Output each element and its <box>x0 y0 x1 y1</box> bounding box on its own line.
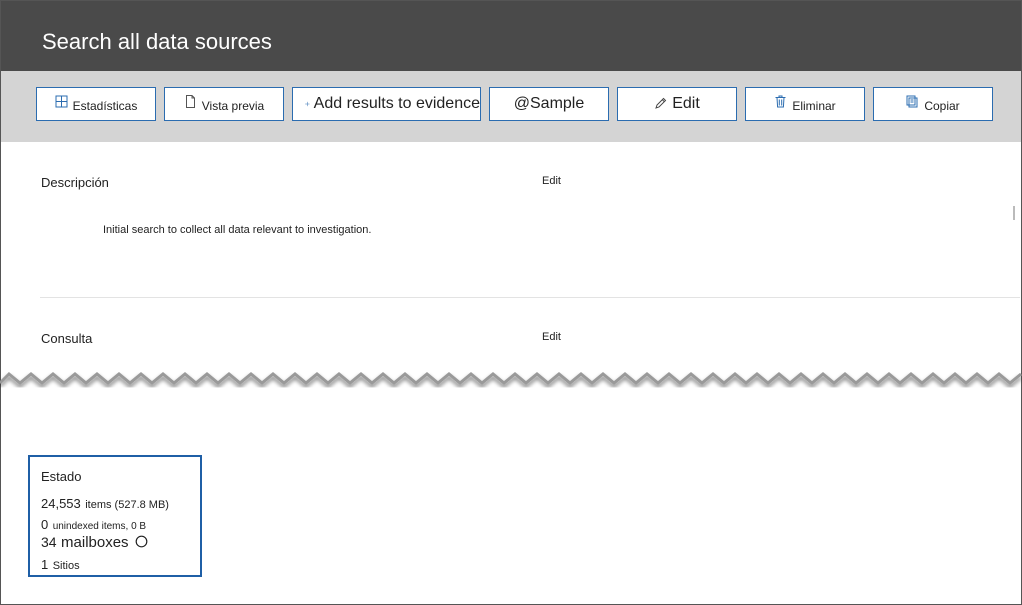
sites-text: Sitios <box>52 560 80 572</box>
query-label: Consulta <box>41 331 93 346</box>
status-panel: Estado 24,553 items (527.8 MB) 0 unindex… <box>28 455 202 577</box>
unindexed-count: 0 <box>41 517 49 532</box>
unindexed-summary: 0 unindexed items, 0 B <box>41 516 146 534</box>
scrollbar-indicator[interactable] <box>1013 206 1015 220</box>
mailboxes-count: 34 <box>41 534 57 550</box>
delete-button-label: Eliminar <box>792 98 836 113</box>
copy-button-label: Copiar <box>924 98 960 113</box>
copy-button[interactable]: Copiar <box>873 87 993 121</box>
sites-summary: 1 Sitios <box>41 556 80 574</box>
grid-icon <box>55 95 68 107</box>
add-results-to-evidence-button[interactable]: Add results to evidence <box>292 87 481 121</box>
items-summary: 24,553 items (527.8 MB) <box>41 495 169 513</box>
plus-icon <box>305 101 310 107</box>
sites-count: 1 <box>41 557 49 572</box>
mailboxes-summary: 34 mailboxes <box>41 534 148 552</box>
toolbar: Estadísticas Vista previa Add results to… <box>1 71 1021 142</box>
status-label: Estado <box>41 469 82 484</box>
title-bar: Search all data sources <box>1 1 1021 71</box>
page-title: Search all data sources <box>42 29 272 54</box>
document-icon <box>185 94 195 108</box>
circle-icon <box>135 535 148 548</box>
preview-button[interactable]: Vista previa <box>164 87 284 121</box>
sample-button-label: @Sample <box>513 95 585 112</box>
query-edit-link[interactable]: Edit <box>542 331 561 343</box>
page-break-separator <box>0 371 1022 385</box>
statistics-button-label: Estadísticas <box>72 98 138 113</box>
description-label: Descripción <box>41 175 109 190</box>
delete-button[interactable]: Eliminar <box>745 87 865 121</box>
edit-button-label: Edit <box>672 95 700 112</box>
section-divider <box>40 297 1020 298</box>
description-text: Initial search to collect all data relev… <box>103 224 372 236</box>
statistics-button[interactable]: Estadísticas <box>36 87 156 121</box>
copy-icon <box>906 95 918 107</box>
edit-button[interactable]: Edit <box>617 87 737 121</box>
items-count: 24,553 <box>41 496 81 511</box>
mailboxes-text: mailboxes <box>61 534 129 551</box>
description-edit-link[interactable]: Edit <box>542 175 561 187</box>
preview-button-label: Vista previa <box>201 98 265 113</box>
unindexed-text: unindexed items, 0 B <box>52 521 147 532</box>
pencil-icon <box>655 97 667 109</box>
add-results-to-evidence-label: Add results to evidence <box>313 95 480 112</box>
trash-icon <box>775 95 786 107</box>
sample-button[interactable]: @Sample <box>489 87 609 121</box>
items-text: items (527.8 MB) <box>85 499 169 511</box>
